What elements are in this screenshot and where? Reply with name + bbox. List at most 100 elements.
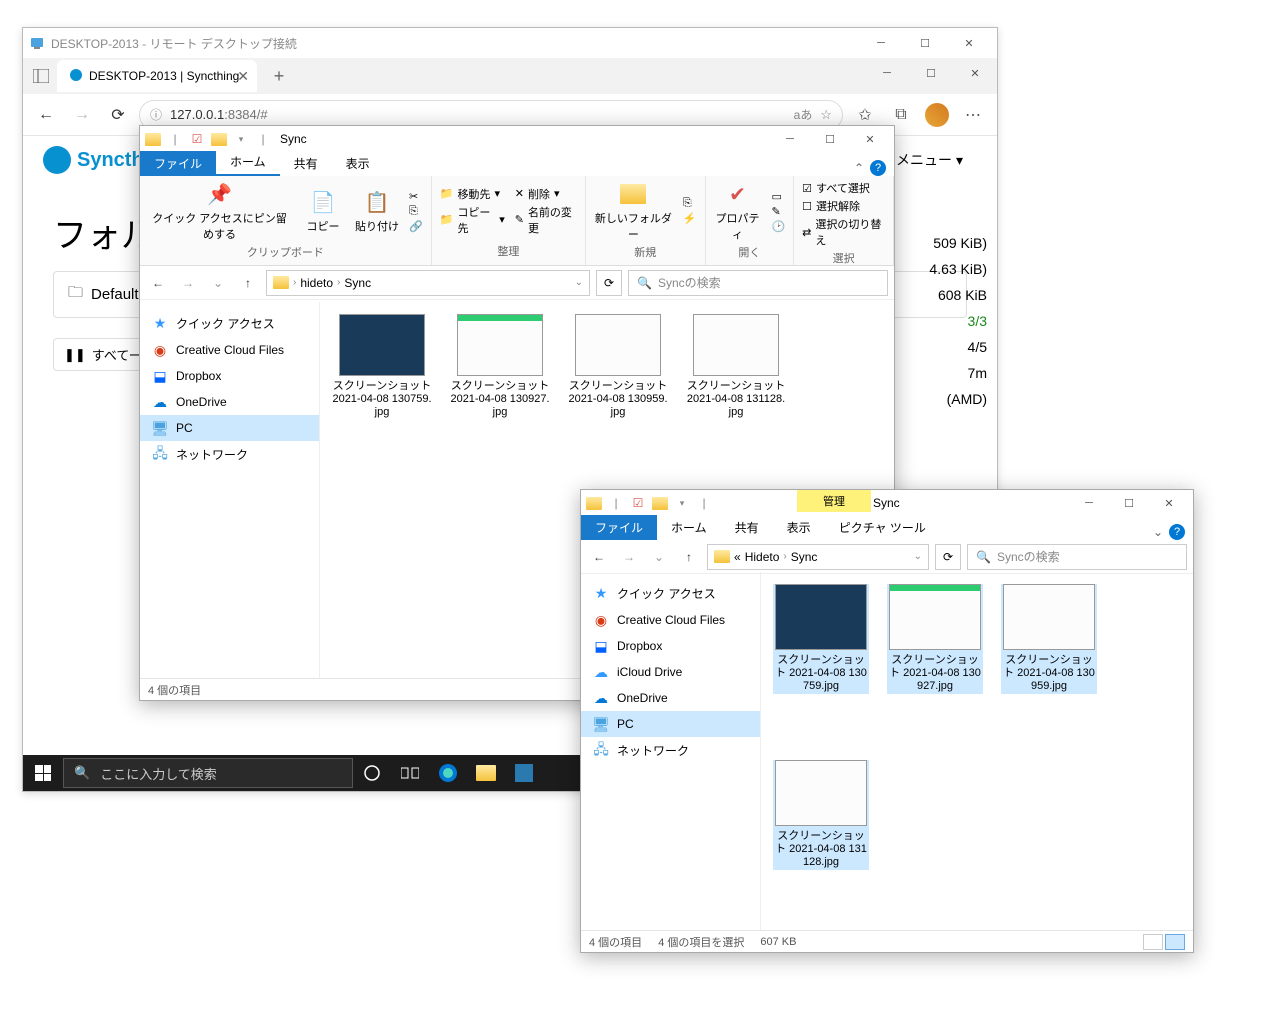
close-button[interactable]: ✕ xyxy=(1149,490,1189,516)
copy-to-button[interactable]: 📁 コピー先 ▾ xyxy=(440,204,505,236)
tab-share[interactable]: 共有 xyxy=(280,151,332,176)
breadcrumb-part[interactable]: Hideto xyxy=(745,550,780,564)
minimize-button[interactable]: ─ xyxy=(770,126,810,152)
delete-button[interactable]: ✕ 削除 ▾ xyxy=(515,186,577,202)
syncthing-menu[interactable]: メニュー▾ xyxy=(896,150,963,170)
nav-dropbox[interactable]: ⬓Dropbox xyxy=(140,363,319,389)
breadcrumb[interactable]: « Hideto › Sync ⌄ xyxy=(707,544,929,570)
taskbar-search[interactable]: 🔍 ここに入力して検索 xyxy=(63,758,353,788)
nav-back-button[interactable]: ← xyxy=(146,271,170,295)
qat-dropdown-icon[interactable]: ▾ xyxy=(673,494,691,512)
forward-button[interactable]: → xyxy=(67,100,97,130)
sidebar-toggle-icon[interactable] xyxy=(29,64,53,88)
nav-pc[interactable]: 🖥PC xyxy=(140,415,319,441)
nav-onedrive[interactable]: ☁OneDrive xyxy=(140,389,319,415)
back-button[interactable]: ← xyxy=(31,100,61,130)
taskbar-explorer-icon[interactable] xyxy=(467,755,505,791)
breadcrumb-part[interactable]: Sync xyxy=(344,276,371,290)
ribbon-collapse[interactable]: ⌃? xyxy=(854,160,894,176)
history-icon[interactable]: 🕑 xyxy=(771,220,785,233)
qat-checkbox-icon[interactable]: ☑ xyxy=(629,494,647,512)
taskbar-edge-icon[interactable] xyxy=(429,755,467,791)
profile-avatar[interactable] xyxy=(921,99,953,131)
tab-view[interactable]: 表示 xyxy=(332,151,384,176)
properties-button[interactable]: ✔プロパティ xyxy=(714,180,762,242)
nav-icloud[interactable]: ☁iCloud Drive xyxy=(581,659,760,685)
nav-up-button[interactable]: ↑ xyxy=(236,271,260,295)
file-item[interactable]: スクリーンショット 2021-04-08 130927.jpg xyxy=(450,314,550,420)
cortana-icon[interactable] xyxy=(353,755,391,791)
nav-forward-button[interactable]: → xyxy=(617,545,641,569)
select-all-button[interactable]: ☑ すべて選択 xyxy=(802,180,885,196)
cut-button[interactable]: ✂ xyxy=(409,190,423,203)
tab-share[interactable]: 共有 xyxy=(721,515,773,540)
reader-icon[interactable]: ☆ xyxy=(820,107,832,123)
taskbar-app-icon[interactable] xyxy=(505,755,543,791)
close-button[interactable]: ✕ xyxy=(953,58,997,88)
view-details-icon[interactable] xyxy=(1143,934,1163,950)
task-view-icon[interactable] xyxy=(391,755,429,791)
help-icon[interactable]: ? xyxy=(870,160,886,176)
breadcrumb-overflow[interactable]: « xyxy=(734,550,741,564)
paste-button[interactable]: 📋貼り付け xyxy=(355,188,399,234)
file-item[interactable]: スクリーンショット 2021-04-08 131128.jpg xyxy=(773,760,869,870)
refresh-button[interactable]: ⟳ xyxy=(596,270,622,296)
qat-checkbox-icon[interactable]: ☑ xyxy=(188,130,206,148)
close-button[interactable]: ✕ xyxy=(947,28,991,58)
nav-pc[interactable]: 🖥PC xyxy=(581,711,760,737)
nav-recent-dropdown[interactable]: ⌄ xyxy=(647,545,671,569)
minimize-button[interactable]: ─ xyxy=(859,28,903,58)
help-icon[interactable]: ? xyxy=(1169,524,1185,540)
maximize-button[interactable]: ☐ xyxy=(909,58,953,88)
copy-button[interactable]: 📄コピー xyxy=(301,188,345,234)
open-icon[interactable]: ▭ xyxy=(771,190,785,203)
minimize-button[interactable]: ─ xyxy=(1069,490,1109,516)
nav-creative-cloud[interactable]: ◉Creative Cloud Files xyxy=(581,607,760,633)
file-list[interactable]: スクリーンショット 2021-04-08 130759.jpg スクリーンショット… xyxy=(761,572,1193,930)
tab-picture-tools[interactable]: ピクチャ ツール xyxy=(825,515,940,540)
nav-network[interactable]: 🖧ネットワーク xyxy=(140,441,319,468)
select-none-button[interactable]: ☐ 選択解除 xyxy=(802,198,885,214)
maximize-button[interactable]: ☐ xyxy=(810,126,850,152)
new-item-icon[interactable]: ⎘ xyxy=(683,197,697,210)
maximize-button[interactable]: ☐ xyxy=(903,28,947,58)
browser-tab[interactable]: DESKTOP-2013 | Syncthing ✕ xyxy=(57,60,257,92)
nav-forward-button[interactable]: → xyxy=(176,271,200,295)
menu-icon[interactable]: ⋯ xyxy=(957,99,989,131)
rdp-titlebar[interactable]: DESKTOP-2013 - リモート デスクトップ接続 ─ ☐ ✕ xyxy=(23,28,997,58)
qat-dropdown-icon[interactable]: ▾ xyxy=(232,130,250,148)
rename-button[interactable]: ✎ 名前の変更 xyxy=(515,204,577,236)
close-button[interactable]: ✕ xyxy=(850,126,890,152)
maximize-button[interactable]: ☐ xyxy=(1109,490,1149,516)
tab-close-icon[interactable]: ✕ xyxy=(237,68,249,85)
new-tab-button[interactable]: + xyxy=(263,62,295,90)
invert-selection-button[interactable]: ⇄ 選択の切り替え xyxy=(802,216,885,248)
minimize-button[interactable]: ─ xyxy=(865,58,909,88)
file-item[interactable]: スクリーンショット 2021-04-08 130759.jpg xyxy=(332,314,432,420)
nav-creative-cloud[interactable]: ◉Creative Cloud Files xyxy=(140,337,319,363)
nav-up-button[interactable]: ↑ xyxy=(677,545,701,569)
breadcrumb-part[interactable]: hideto xyxy=(300,276,333,290)
file-item[interactable]: スクリーンショット 2021-04-08 130959.jpg xyxy=(1001,584,1097,694)
nav-quick-access[interactable]: ★クイック アクセス xyxy=(140,310,319,337)
nav-quick-access[interactable]: ★クイック アクセス xyxy=(581,580,760,607)
ribbon-expand[interactable]: ⌄? xyxy=(1153,524,1193,540)
tab-file[interactable]: ファイル xyxy=(581,515,657,540)
breadcrumb-dropdown-icon[interactable]: ⌄ xyxy=(914,551,922,562)
tab-home[interactable]: ホーム xyxy=(216,149,280,176)
copy-path-button[interactable]: ⎘ xyxy=(409,205,423,218)
explorer-titlebar[interactable]: | ☑ ▾ | 管理 Sync ─ ☐ ✕ xyxy=(581,490,1193,516)
move-to-button[interactable]: 📁 移動先 ▾ xyxy=(440,186,505,202)
refresh-button[interactable]: ⟳ xyxy=(103,100,133,130)
breadcrumb-dropdown-icon[interactable]: ⌄ xyxy=(575,277,583,288)
explorer-search[interactable]: 🔍 Syncの検索 xyxy=(967,544,1187,570)
easy-access-icon[interactable]: ⚡ xyxy=(683,212,697,225)
explorer-search[interactable]: 🔍 Syncの検索 xyxy=(628,270,888,296)
file-item[interactable]: スクリーンショット 2021-04-08 131128.jpg xyxy=(686,314,786,420)
nav-network[interactable]: 🖧ネットワーク xyxy=(581,737,760,764)
file-item[interactable]: スクリーンショット 2021-04-08 130759.jpg xyxy=(773,584,869,694)
start-button[interactable] xyxy=(23,755,63,791)
tab-view[interactable]: 表示 xyxy=(773,515,825,540)
nav-dropbox[interactable]: ⬓Dropbox xyxy=(581,633,760,659)
breadcrumb-part[interactable]: Sync xyxy=(791,550,818,564)
